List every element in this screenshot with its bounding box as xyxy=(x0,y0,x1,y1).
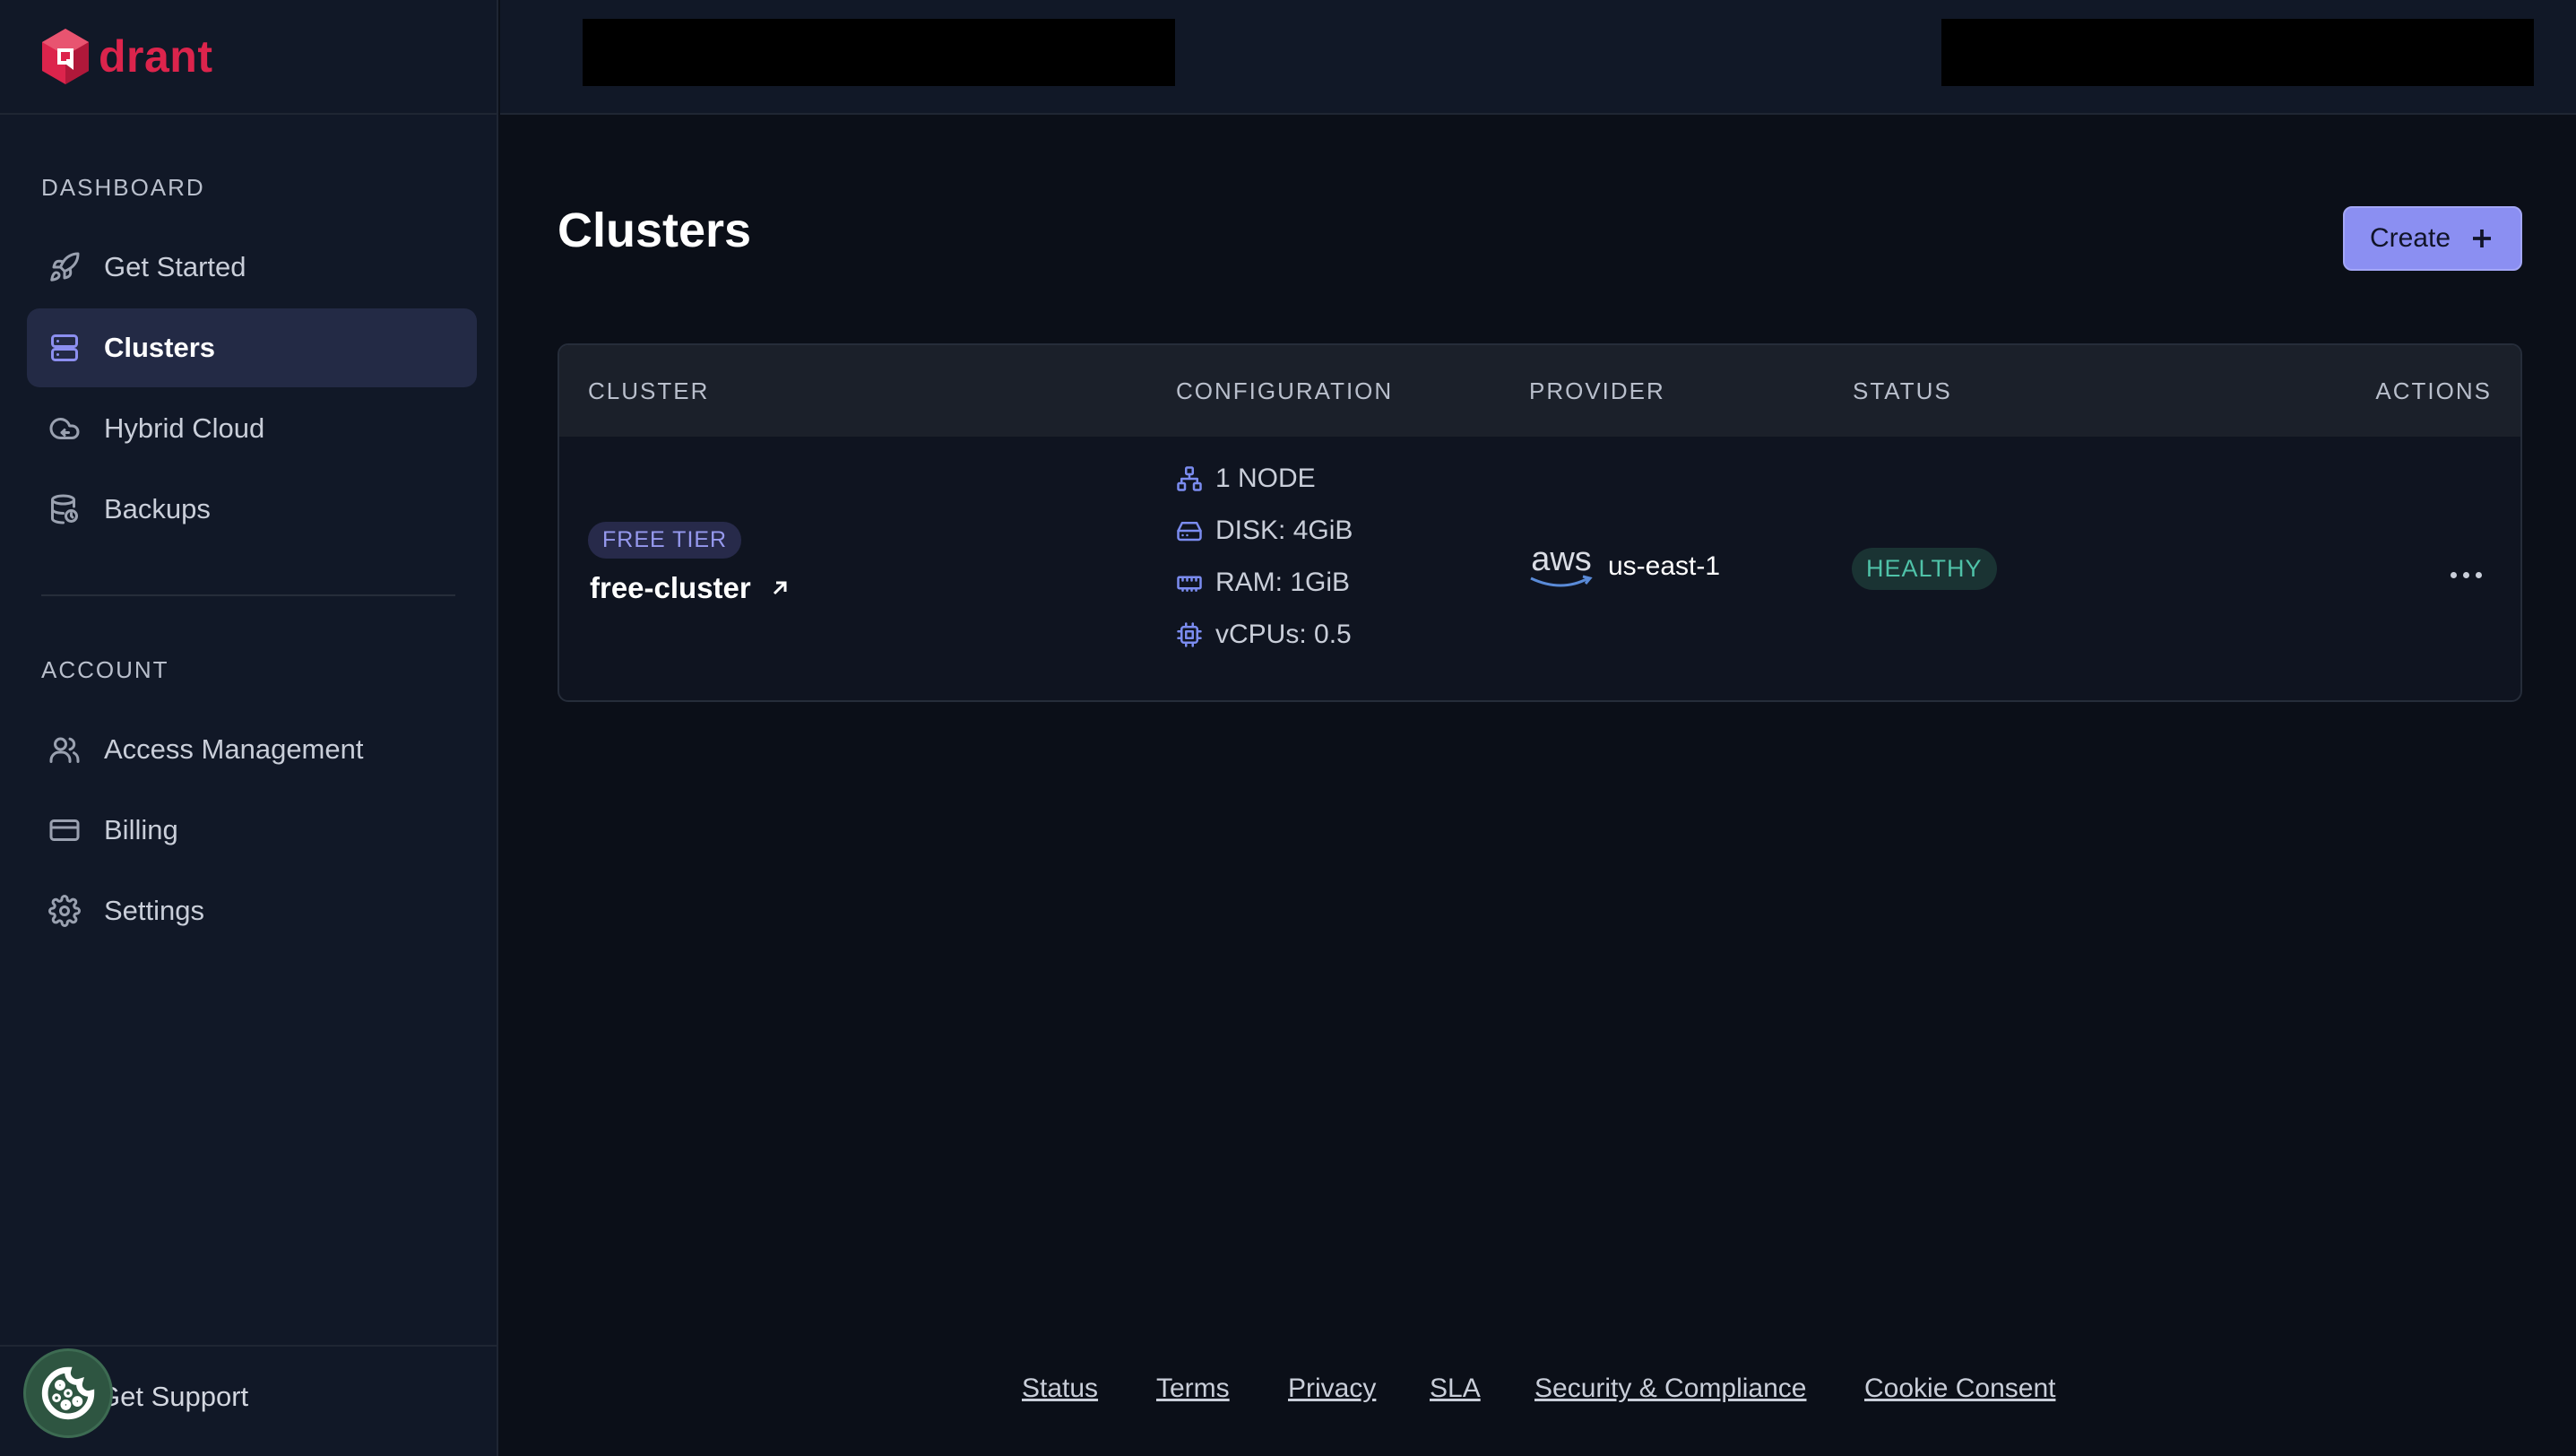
sidebar-divider xyxy=(41,594,455,596)
config-vcpus: vCPUs: 0.5 xyxy=(1176,620,1352,650)
sidebar-item-label: Settings xyxy=(104,895,205,926)
clusters-table: CLUSTER CONFIGURATION PROVIDER STATUS AC… xyxy=(558,343,2522,702)
sidebar-item-label: Backups xyxy=(104,493,211,524)
hard-drive-icon xyxy=(1177,522,1202,542)
sidebar-item-label: Get Started xyxy=(104,251,246,282)
create-button-label: Create xyxy=(2369,223,2451,253)
footer-link-sla[interactable]: SLA xyxy=(1430,1374,1481,1404)
tier-badge: FREE TIER xyxy=(588,522,742,559)
redacted-area-left xyxy=(583,19,1175,86)
column-header-configuration: CONFIGURATION xyxy=(1176,377,1394,404)
status-badge: HEALTHY xyxy=(1852,548,1997,590)
footer-link-security-compliance[interactable]: Security & Compliance xyxy=(1534,1374,1806,1404)
footer-link-status[interactable]: Status xyxy=(1022,1374,1098,1404)
sidebar-item-label: Clusters xyxy=(104,332,216,363)
sidebar: drant DASHBOARD Get Started Clusters Hyb… xyxy=(0,0,498,1456)
cluster-name: free-cluster xyxy=(590,571,751,604)
row-actions-menu-button[interactable] xyxy=(2442,559,2490,591)
aws-logo-icon: aws xyxy=(1529,541,1594,589)
cluster-name-link[interactable]: free-cluster xyxy=(590,571,791,605)
network-nodes-icon xyxy=(1177,466,1202,491)
memory-icon xyxy=(1177,576,1202,592)
logo-text: drant xyxy=(99,31,213,82)
sidebar-item-backups[interactable]: Backups xyxy=(27,470,477,549)
top-bar-divider xyxy=(500,113,2576,115)
gear-icon xyxy=(47,893,82,929)
config-nodes-text: 1 NODE xyxy=(1215,464,1316,493)
qdrant-logo-icon xyxy=(42,29,89,84)
sidebar-item-get-started[interactable]: Get Started xyxy=(27,228,477,307)
region-text: us-east-1 xyxy=(1608,551,1721,581)
ellipsis-dot xyxy=(2462,571,2469,578)
external-link-arrow-icon xyxy=(773,581,787,595)
cloud-sync-icon xyxy=(47,411,82,446)
column-header-actions: ACTIONS xyxy=(2375,377,2492,404)
sidebar-footer-divider xyxy=(0,1345,498,1347)
sidebar-item-label: Billing xyxy=(104,814,178,845)
dashboard-section-label: DASHBOARD xyxy=(41,174,205,201)
footer-link-privacy[interactable]: Privacy xyxy=(1288,1374,1376,1404)
config-ram-text: RAM: 1GiB xyxy=(1215,568,1351,597)
sidebar-item-billing[interactable]: Billing xyxy=(27,791,477,870)
sidebar-item-label: Access Management xyxy=(104,733,364,765)
rocket-icon xyxy=(47,249,82,285)
sidebar-item-settings[interactable]: Settings xyxy=(27,871,477,950)
sidebar-item-label: Hybrid Cloud xyxy=(104,412,265,444)
sidebar-item-clusters[interactable]: Clusters xyxy=(27,308,477,387)
page-title: Clusters xyxy=(558,204,752,257)
get-support-link[interactable]: Get Support xyxy=(99,1381,248,1413)
ellipsis-icon xyxy=(2450,571,2457,578)
column-header-provider: PROVIDER xyxy=(1529,377,1665,404)
users-icon xyxy=(47,732,82,767)
qdrant-logo[interactable]: drant xyxy=(39,25,213,88)
footer-link-cookie-consent[interactable]: Cookie Consent xyxy=(1864,1374,2055,1404)
config-ram: RAM: 1GiB xyxy=(1176,568,1350,598)
config-disk: DISK: 4GiB xyxy=(1176,516,1353,546)
create-cluster-button[interactable]: Create xyxy=(2343,206,2522,271)
provider-cell: aws us-east-1 xyxy=(1529,541,1721,589)
sidebar-item-hybrid-cloud[interactable]: Hybrid Cloud xyxy=(27,389,477,468)
credit-card-icon xyxy=(47,812,82,848)
footer-link-terms[interactable]: Terms xyxy=(1156,1374,1230,1404)
redacted-area-right xyxy=(1941,19,2534,86)
database-restore-icon xyxy=(47,491,82,527)
config-vcpus-text: vCPUs: 0.5 xyxy=(1215,620,1352,649)
cpu-icon xyxy=(1177,622,1202,647)
cookie-settings-button[interactable] xyxy=(23,1348,113,1438)
plus-icon xyxy=(2473,230,2492,247)
sidebar-item-access-management[interactable]: Access Management xyxy=(27,710,477,789)
cookie-icon xyxy=(41,1366,95,1420)
column-header-cluster: CLUSTER xyxy=(588,377,710,404)
sidebar-header-divider xyxy=(0,113,498,115)
account-section-label: ACCOUNT xyxy=(41,656,169,683)
column-header-status: STATUS xyxy=(1853,377,1952,404)
config-nodes: 1 NODE xyxy=(1176,464,1316,494)
server-icon xyxy=(47,330,82,366)
table-header: CLUSTER CONFIGURATION PROVIDER STATUS AC… xyxy=(559,345,2520,437)
ellipsis-dot xyxy=(2475,571,2482,578)
config-disk-text: DISK: 4GiB xyxy=(1215,516,1353,545)
provider-logo-text: aws xyxy=(1531,541,1592,578)
